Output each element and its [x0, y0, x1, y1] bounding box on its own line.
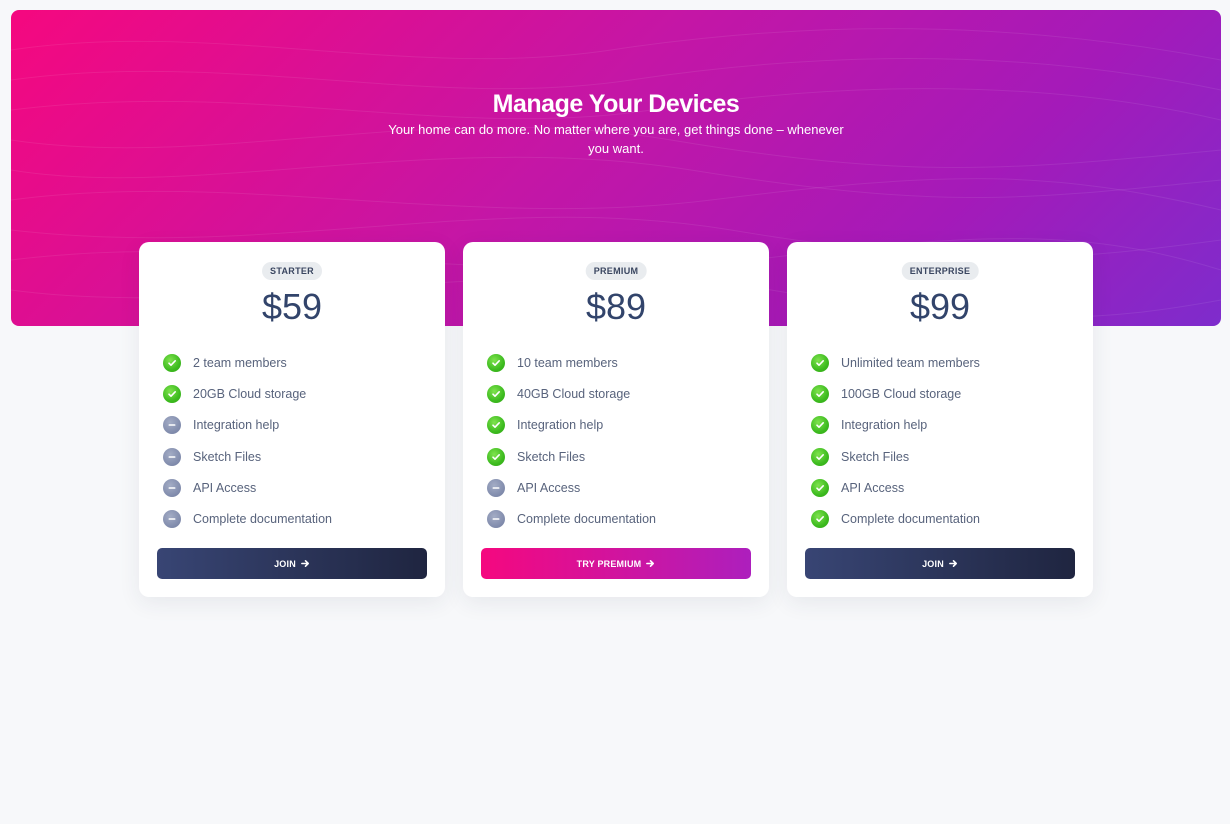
minus-icon — [163, 478, 181, 497]
join-button[interactable]: JOIN — [157, 548, 427, 579]
feature-label: API Access — [841, 480, 905, 495]
plan-card-starter: STARTER $59 2 team members 20GB Cloud sto… — [139, 242, 445, 597]
feature-label: Sketch Files — [517, 449, 586, 464]
arrow-right-icon — [300, 559, 309, 568]
feature-label: 2 team members — [193, 356, 287, 370]
plan-price: $99 — [909, 286, 971, 327]
arrow-right-icon — [646, 559, 655, 568]
check-icon — [811, 509, 829, 528]
minus-icon — [487, 509, 505, 528]
feature-label: Complete documentation — [841, 511, 980, 526]
feature-label: 40GB Cloud storage — [517, 387, 631, 402]
minus-icon — [487, 478, 505, 497]
feature-label: 10 team members — [517, 356, 618, 370]
feature-label: Complete documentation — [193, 511, 332, 526]
check-icon — [811, 354, 829, 372]
feature-label: Integration help — [841, 418, 928, 433]
plan-badge: PREMIUM — [585, 262, 647, 280]
feature-label: Unlimited team members — [841, 356, 980, 370]
feature-label: Sketch Files — [841, 449, 910, 464]
plan-badge: STARTER — [262, 262, 322, 280]
try-premium-button[interactable]: TRY PREMIUM — [481, 548, 751, 579]
button-label: JOIN — [274, 558, 296, 569]
check-icon — [487, 447, 505, 466]
feature-label: 20GB Cloud storage — [193, 387, 307, 402]
plan-badge: ENTERPRISE — [901, 262, 979, 280]
button-label: TRY PREMIUM — [576, 558, 642, 569]
check-icon — [163, 385, 181, 404]
feature-label: Sketch Files — [193, 449, 262, 464]
plan-card-enterprise: ENTERPRISE $99 Unlimited team members 100… — [787, 242, 1093, 597]
plan-price: $59 — [261, 286, 323, 327]
plan-price: $89 — [585, 286, 647, 327]
check-icon — [811, 447, 829, 466]
join-button[interactable]: JOIN — [805, 548, 1075, 579]
feature-label: API Access — [517, 480, 581, 495]
check-icon — [163, 354, 181, 372]
feature-label: API Access — [193, 480, 257, 495]
plan-card-premium: PREMIUM $89 10 team members 40GB Cloud st… — [463, 242, 769, 597]
feature-label: Integration help — [517, 418, 604, 433]
check-icon — [811, 478, 829, 497]
check-icon — [487, 416, 505, 435]
page-title: Manage Your Devices — [492, 90, 740, 118]
minus-icon — [163, 416, 181, 435]
check-icon — [811, 416, 829, 435]
feature-label: 100GB Cloud storage — [841, 387, 962, 402]
minus-icon — [163, 509, 181, 528]
feature-label: Complete documentation — [517, 511, 656, 526]
button-label: JOIN — [922, 558, 944, 569]
check-icon — [487, 354, 505, 372]
arrow-right-icon — [948, 559, 957, 568]
feature-label: Integration help — [193, 418, 280, 433]
page-subtitle: Your home can do more. No matter where y… — [388, 122, 844, 156]
check-icon — [811, 385, 829, 404]
minus-icon — [163, 447, 181, 466]
check-icon — [487, 385, 505, 404]
